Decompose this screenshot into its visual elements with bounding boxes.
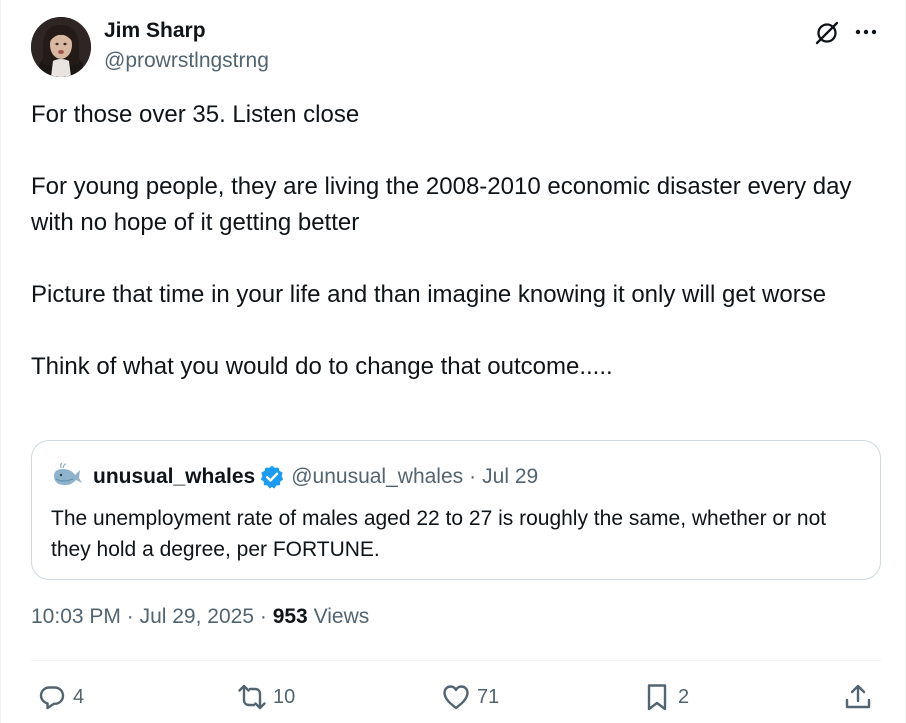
tweet-date[interactable]: Jul 29, 2025 — [140, 605, 254, 628]
reply-count: 4 — [73, 685, 85, 708]
tweet-paragraph: For those over 35. Listen close — [31, 101, 360, 128]
quoted-tweet-header: unusual_whales @unusual_whales · Jul 29 — [51, 461, 538, 493]
bookmark-button[interactable]: 2 — [642, 680, 689, 714]
bookmark-count: 2 — [678, 685, 690, 708]
views-label: Views — [313, 605, 370, 628]
like-count: 71 — [477, 685, 500, 708]
quoted-tweet-date[interactable]: Jul 29 — [482, 465, 538, 489]
bookmark-icon — [647, 684, 667, 711]
like-button[interactable]: 71 — [441, 680, 499, 714]
tweet-time[interactable]: 10:03 PM — [31, 605, 121, 628]
whale-icon — [54, 462, 82, 486]
author-avatar[interactable] — [31, 17, 91, 77]
quoted-tweet[interactable]: unusual_whales @unusual_whales · Jul 29 … — [31, 440, 881, 580]
repost-icon — [238, 684, 266, 710]
tweet-paragraph: Picture that time in your life and than … — [31, 281, 827, 308]
divider — [31, 660, 881, 661]
quoted-author-handle[interactable]: @unusual_whales — [291, 465, 463, 489]
share-button[interactable] — [843, 680, 879, 714]
quoted-tweet-text: The unemployment rate of males aged 22 t… — [51, 507, 827, 561]
tweet-text: For those over 35. Listen close For youn… — [31, 97, 891, 385]
avatar-image — [31, 17, 91, 77]
author-handle[interactable]: @prowrstlngstrng — [104, 49, 269, 73]
repost-button[interactable]: 10 — [237, 680, 295, 714]
separator-dot: · — [469, 465, 477, 488]
tweet-paragraph: Think of what you would do to change tha… — [31, 353, 613, 380]
share-icon — [845, 684, 871, 709]
quoted-author-name[interactable]: unusual_whales — [93, 465, 255, 489]
repost-count: 10 — [273, 685, 296, 708]
heart-icon — [443, 685, 469, 710]
tweet-paragraph: For young people, they are living the 20… — [31, 173, 852, 236]
separator-dot: · — [259, 605, 267, 628]
author-name[interactable]: Jim Sharp — [104, 19, 206, 43]
views-count: 953 — [272, 605, 308, 628]
separator-dot: · — [126, 605, 134, 628]
tweet-card: Jim Sharp @prowrstlngstrng For those ove… — [0, 0, 906, 723]
grok-icon[interactable] — [813, 19, 841, 47]
more-options-icon[interactable] — [852, 19, 880, 47]
reply-button[interactable]: 4 — [37, 680, 84, 714]
tweet-meta: 10:03 PM · Jul 29, 2025 · 953 Views — [31, 605, 369, 629]
verified-badge-icon — [261, 465, 284, 489]
reply-icon — [39, 686, 65, 710]
